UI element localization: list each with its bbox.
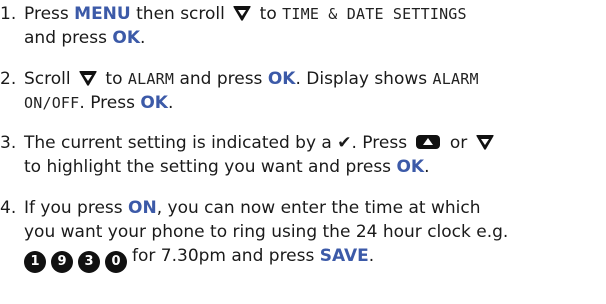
step-text: . Display shows [295, 69, 433, 89]
step-text: you want your phone to ring using the 24… [24, 222, 509, 242]
up-arrow-key-icon [416, 135, 441, 149]
step-1-line-2: and press OK. [24, 26, 145, 50]
step-4-line-2: you want your phone to ring using the 24… [24, 220, 508, 244]
step-text: to [100, 69, 128, 89]
step-2-line-2: ON/OFF. Press OK. [24, 91, 173, 115]
down-arrow-key-icon [476, 135, 494, 150]
keypad-digit-icon: 1 [24, 251, 46, 273]
step-text: , you can now enter the time at which [156, 198, 481, 218]
keypad-digit-icon: 3 [78, 251, 100, 273]
step-text: then scroll [130, 4, 231, 24]
step-text: or [444, 133, 473, 153]
ok-key-label: OK [396, 157, 425, 177]
keypad-digit-icon: 0 [105, 251, 127, 273]
step-text: and press [24, 28, 113, 48]
ok-key-label: OK [140, 93, 168, 113]
ok-key-label: OK [267, 69, 296, 89]
step-text: Press [24, 4, 75, 24]
down-arrow-key-icon [79, 71, 97, 86]
step-number: 2. [0, 69, 17, 89]
step-1-line-1: Press MENU then scroll to TIME & DATE SE… [24, 2, 467, 26]
step-number: 4. [0, 198, 17, 218]
keypad-digit-icon: 9 [51, 251, 73, 273]
step-3-line-1: The current setting is indicated by a ✔.… [24, 131, 497, 155]
step-text: If you press [24, 198, 129, 218]
step-text: . [140, 28, 146, 48]
step-4-line-3: 1 9 3 0 for 7.30pm and press SAVE. [24, 244, 374, 273]
ok-key-label: OK [112, 28, 140, 48]
step-text: to [254, 4, 283, 24]
step-text: . [424, 157, 430, 177]
step-3-line-2: to highlight the setting you want and pr… [24, 155, 429, 179]
menu-key-label: MENU [74, 4, 131, 24]
lcd-text: ALARM [127, 70, 175, 88]
lcd-text: ALARM [432, 70, 479, 88]
step-2-line-1: Scroll to ALARM and press OK. Display sh… [24, 67, 479, 91]
down-arrow-key-icon [233, 6, 251, 21]
instruction-steps: 1. Press MENU then scroll to TIME & DATE… [0, 0, 606, 304]
checkmark-icon: ✔ [337, 133, 352, 153]
step-text: . [368, 246, 375, 266]
step-number: 3. [0, 133, 17, 153]
step-text: . Press [79, 93, 141, 113]
step-text: . [167, 93, 174, 113]
step-text: The current setting is indicated by a [24, 133, 338, 153]
step-number: 1. [0, 4, 17, 24]
step-text: to highlight the setting you want and pr… [24, 157, 397, 177]
step-text: for 7.30pm and press [132, 246, 320, 266]
save-key-label: SAVE [319, 246, 369, 266]
step-4-line-1: If you press ON, you can now enter the t… [24, 196, 480, 220]
lcd-text: ON/OFF [24, 94, 80, 112]
on-key-label: ON [128, 198, 157, 218]
lcd-text: TIME & DATE SETTINGS [282, 5, 467, 23]
step-text: and press [174, 69, 268, 89]
step-text: . Press [351, 133, 413, 153]
step-text: Scroll [24, 69, 77, 89]
